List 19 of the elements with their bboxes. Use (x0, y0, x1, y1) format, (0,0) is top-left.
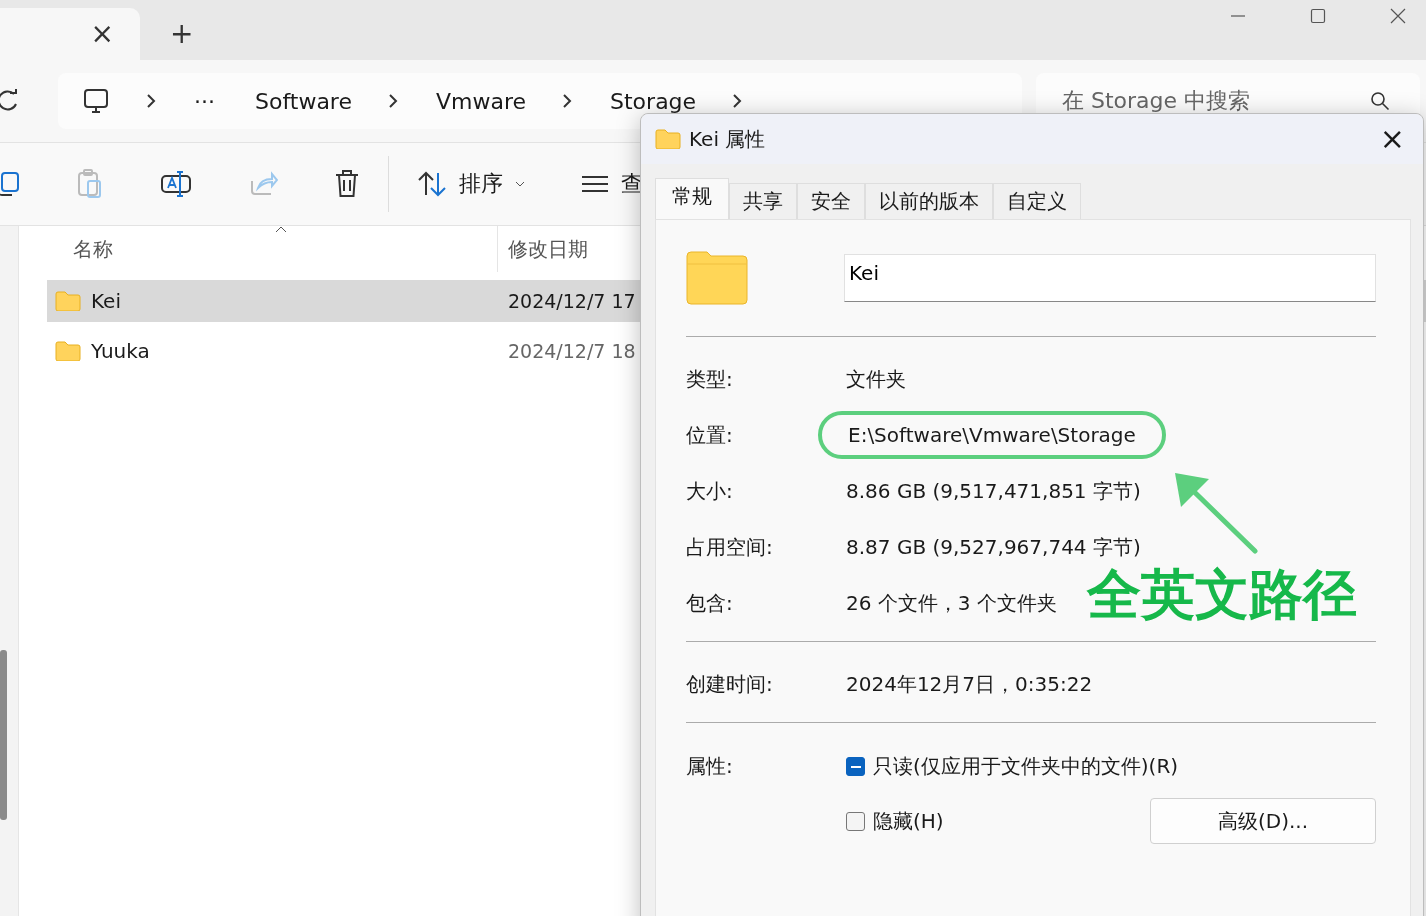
property-value: 26 个文件，3 个文件夹 (846, 589, 1057, 617)
file-name: Kei (91, 289, 122, 313)
property-label: 大小: (686, 477, 734, 505)
property-label: 位置: (686, 421, 734, 449)
property-value: E:\Software\Vmware\Storage (848, 423, 1136, 447)
property-value: 文件夹 (846, 365, 906, 393)
property-value: 2024年12月7日，0:35:22 (846, 670, 1093, 698)
file-name: Yuuka (91, 339, 151, 363)
property-label: 占用空间: (686, 533, 774, 561)
property-label: 类型: (686, 365, 734, 393)
property-label: 属性: (686, 753, 734, 780)
modified-date: 2024/12/7 18 (508, 340, 636, 362)
property-label: 创建时间: (686, 670, 774, 698)
modified-date: 2024/12/7 17 (508, 290, 636, 312)
annotation-text: 全英文路径 (1087, 562, 1357, 628)
property-value: 8.87 GB (9,527,967,744 字节) (846, 533, 1141, 561)
property-value: 8.86 GB (9,517,471,851 字节) (846, 477, 1141, 505)
search-placeholder: 在 Storage 中搜索 (1062, 87, 1251, 115)
property-label: 包含: (686, 589, 734, 617)
